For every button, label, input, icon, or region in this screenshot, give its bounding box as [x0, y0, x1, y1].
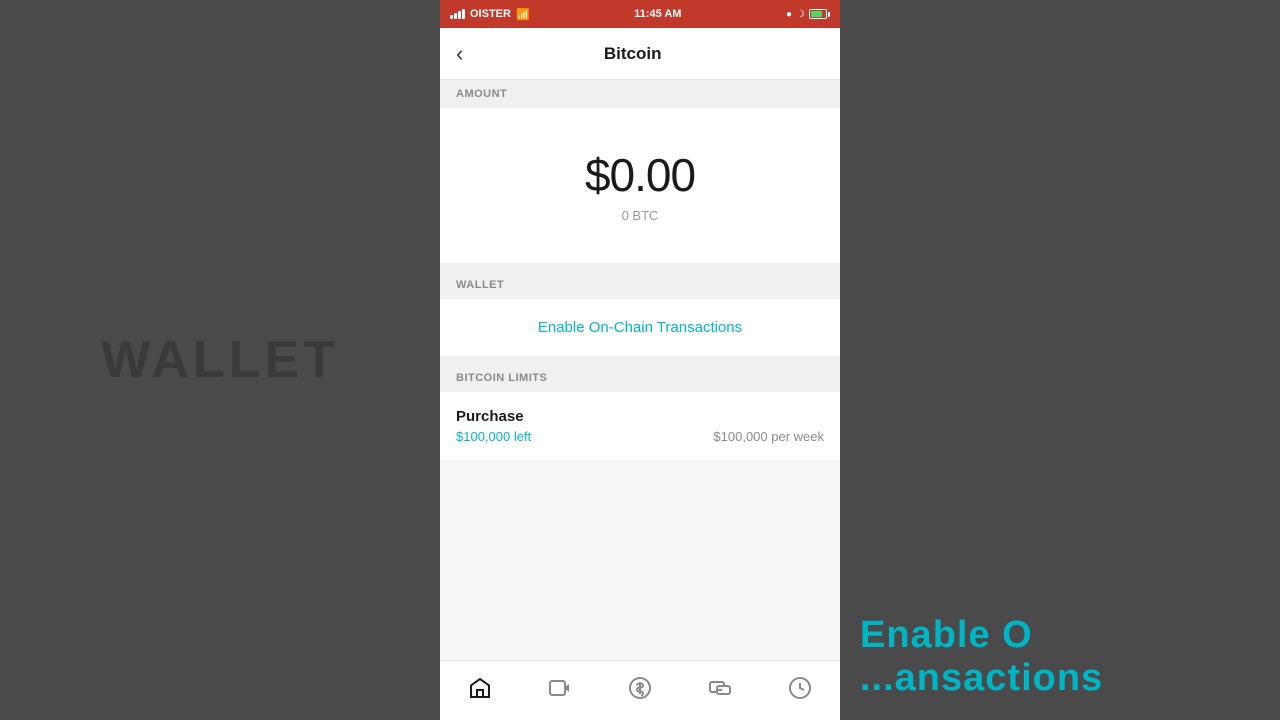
purchase-left-value: $100,000 left — [456, 429, 531, 444]
wallet-section: Enable On-Chain Transactions — [440, 299, 840, 356]
home-icon — [468, 676, 492, 706]
back-button[interactable]: ‹ — [456, 37, 471, 71]
purchase-row: $100,000 left $100,000 per week — [456, 429, 824, 444]
page-title: Bitcoin — [471, 44, 794, 64]
moon-icon: ☽ — [796, 9, 805, 20]
tab-video[interactable] — [544, 672, 576, 710]
divider-2 — [440, 356, 840, 364]
status-right: ● ☽ — [786, 9, 830, 20]
carrier-name: OISTER — [470, 8, 511, 20]
bg-right-text: Enable O...ansactions — [860, 614, 1103, 700]
tab-home[interactable] — [464, 672, 496, 710]
signal-bars — [450, 9, 465, 19]
bg-left-panel: WALLET — [0, 0, 440, 720]
dot-icon: ● — [786, 9, 792, 20]
bg-right-panel: Enable O...ansactions — [840, 0, 1280, 720]
tab-dollar[interactable] — [624, 672, 656, 710]
limits-section: Purchase $100,000 left $100,000 per week — [440, 392, 840, 460]
amount-section: $0.00 0 BTC — [440, 108, 840, 263]
limits-section-header: BITCOIN LIMITS — [440, 364, 840, 392]
purchase-weekly-value: $100,000 per week — [713, 429, 824, 444]
purchase-label: Purchase — [456, 408, 824, 425]
clock-icon — [788, 676, 812, 706]
status-left: OISTER 📶 — [450, 8, 530, 21]
wallet-section-header: WALLET — [440, 271, 840, 299]
usd-amount: $0.00 — [585, 148, 695, 202]
video-icon — [548, 676, 572, 706]
card-icon — [708, 676, 732, 706]
status-time: 11:45 AM — [634, 8, 681, 20]
tab-bar — [440, 660, 840, 720]
dollar-icon — [628, 676, 652, 706]
tab-card[interactable] — [704, 672, 736, 710]
divider-1 — [440, 263, 840, 271]
wifi-icon: 📶 — [516, 8, 530, 21]
main-content: AMOUNT $0.00 0 BTC WALLET Enable On-Chai… — [440, 80, 840, 660]
battery-indicator — [809, 9, 830, 19]
btc-amount: 0 BTC — [622, 208, 659, 223]
nav-bar: ‹ Bitcoin — [440, 28, 840, 80]
bg-left-text: WALLET — [101, 330, 339, 390]
phone-frame: OISTER 📶 11:45 AM ● ☽ ‹ Bitcoin AMOUNT $… — [440, 0, 840, 720]
status-bar: OISTER 📶 11:45 AM ● ☽ — [440, 0, 840, 28]
enable-onchain-button[interactable]: Enable On-Chain Transactions — [440, 299, 840, 356]
amount-section-header: AMOUNT — [440, 80, 840, 108]
tab-clock[interactable] — [784, 672, 816, 710]
